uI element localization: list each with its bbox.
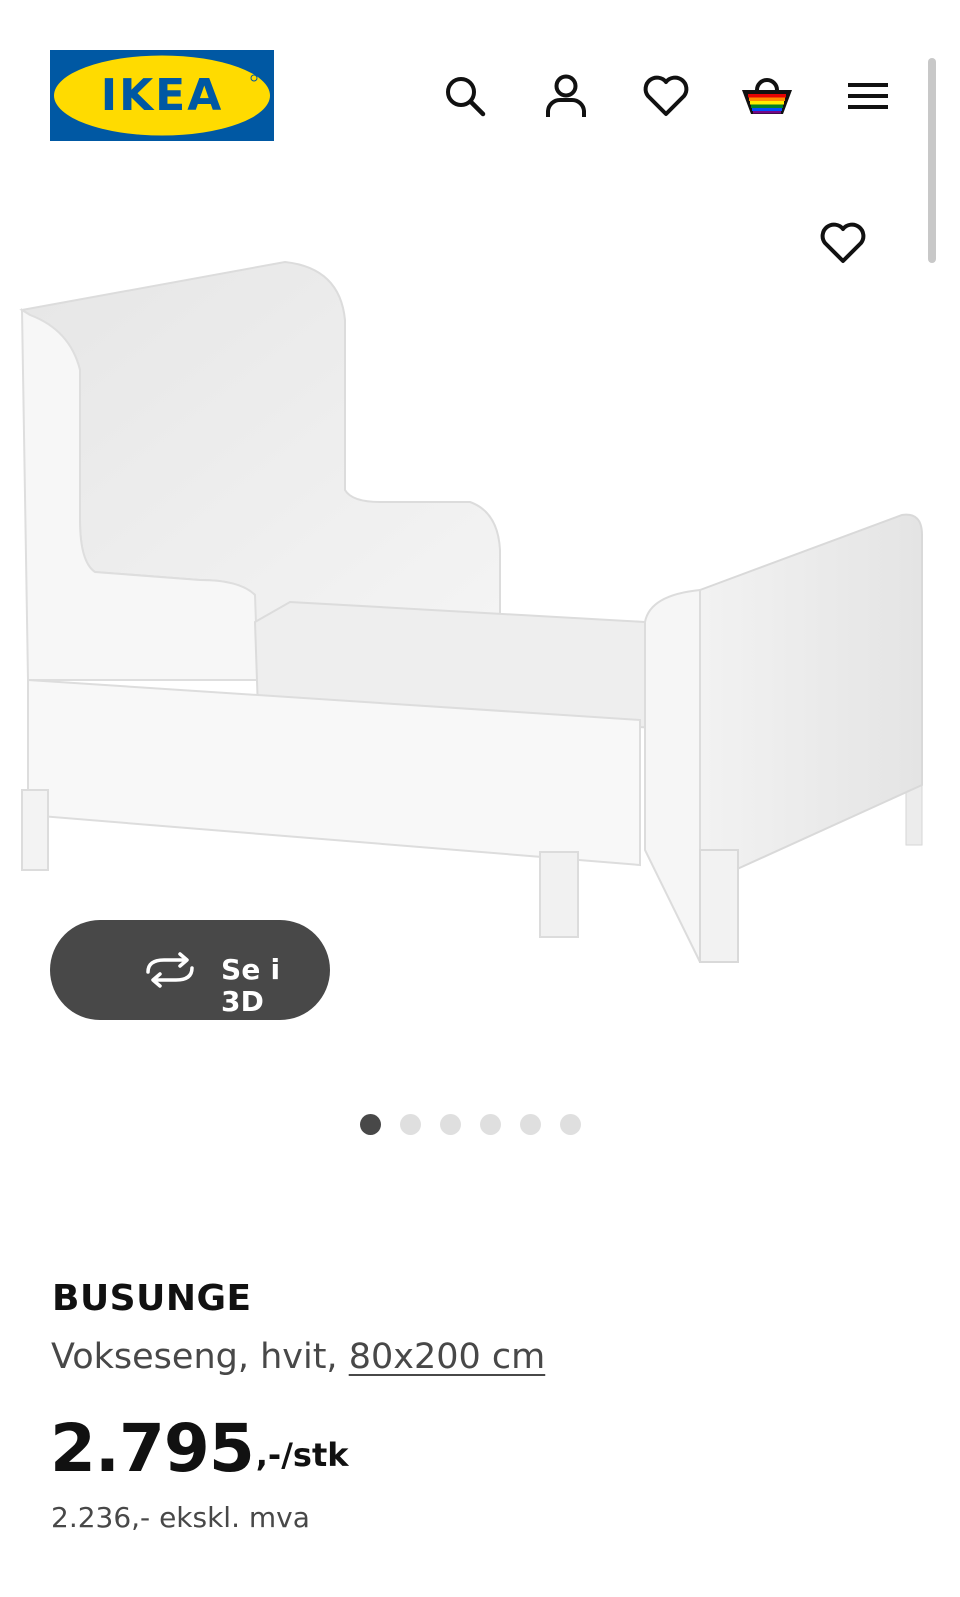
carousel-dot-5[interactable]: [520, 1114, 541, 1135]
favourites-button[interactable]: [636, 66, 696, 126]
search-button[interactable]: [435, 66, 495, 126]
shopping-basket-icon: [742, 78, 792, 114]
image-carousel-indicators: [360, 1114, 581, 1136]
rotate-3d-icon: [146, 952, 194, 988]
price-amount: 2.795: [50, 1410, 255, 1487]
account-icon: [546, 74, 586, 117]
view-in-3d-label: Se i 3D: [221, 953, 281, 1018]
account-button[interactable]: [536, 66, 596, 126]
logo-text: IKEA: [101, 70, 224, 121]
hamburger-menu-icon: [848, 83, 888, 109]
product-description: Vokseseng, hvit, 80x200 cm: [51, 1334, 545, 1380]
ikea-logo-graphic: IKEA: [50, 50, 274, 141]
search-icon: [446, 77, 486, 117]
price-unit: ,-/stk: [255, 1436, 349, 1474]
product-price: 2.795 ,-/stk: [50, 1405, 349, 1485]
carousel-dot-4[interactable]: [480, 1114, 501, 1135]
product-description-text: Vokseseng, hvit,: [51, 1337, 349, 1377]
heart-icon: [643, 75, 689, 116]
ikea-logo[interactable]: IKEA: [50, 50, 274, 141]
page-scrollbar[interactable]: [928, 58, 936, 263]
carousel-dot-6[interactable]: [560, 1114, 581, 1135]
product-size-link[interactable]: 80x200 cm: [349, 1337, 546, 1377]
product-image-bed[interactable]: [0, 250, 940, 980]
product-name: BUSUNGE: [52, 1278, 252, 1319]
carousel-dot-2[interactable]: [400, 1114, 421, 1135]
price-excl-vat: 2.236,- ekskl. mva: [51, 1501, 310, 1534]
view-in-3d-button[interactable]: Se i 3D: [50, 920, 330, 1020]
shopping-basket-button[interactable]: [737, 66, 797, 126]
carousel-dot-1[interactable]: [360, 1114, 381, 1135]
carousel-dot-3[interactable]: [440, 1114, 461, 1135]
site-header: IKEA: [0, 0, 960, 160]
menu-button[interactable]: [838, 66, 898, 126]
